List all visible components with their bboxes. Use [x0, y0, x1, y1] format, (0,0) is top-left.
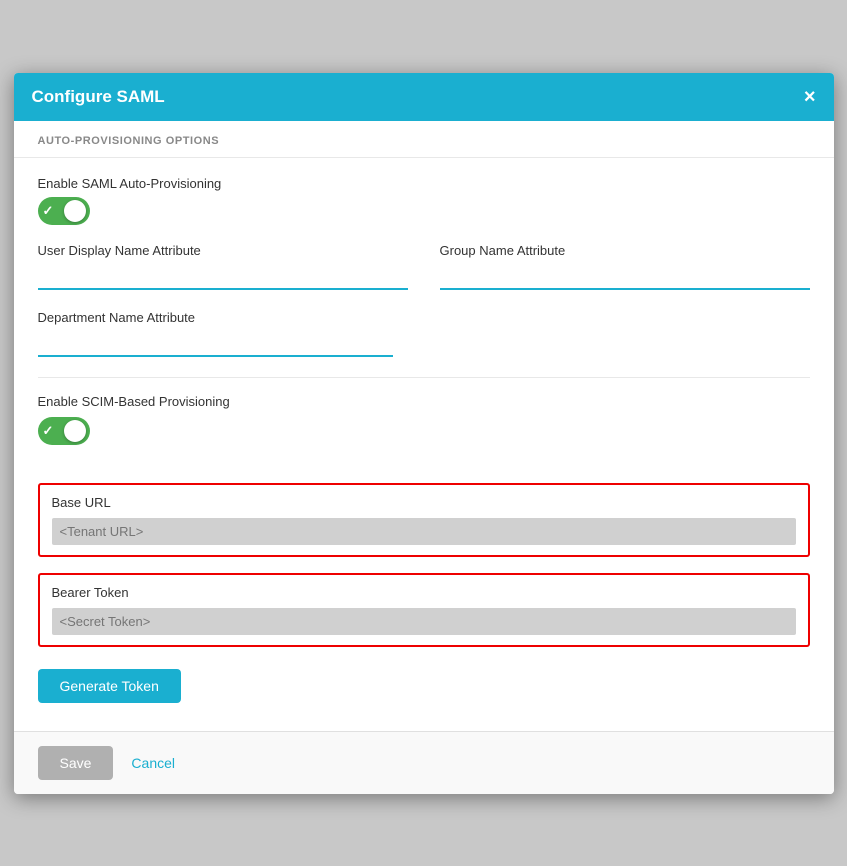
- enable-scim-label: Enable SCIM-Based Provisioning: [38, 394, 810, 409]
- modal-header: Configure SAML ×: [14, 73, 834, 121]
- configure-saml-modal: Configure SAML × AUTO-PROVISIONING OPTIO…: [14, 73, 834, 794]
- scim-toggle-thumb: [64, 420, 86, 442]
- generate-token-button[interactable]: Generate Token: [38, 669, 181, 703]
- group-name-label: Group Name Attribute: [440, 243, 810, 258]
- user-display-name-col: User Display Name Attribute: [38, 243, 408, 290]
- user-display-name-input[interactable]: [38, 264, 408, 290]
- cancel-button[interactable]: Cancel: [131, 755, 175, 771]
- bearer-token-box: Bearer Token: [38, 573, 810, 647]
- toggle-thumb: [64, 200, 86, 222]
- enable-scim-row: Enable SCIM-Based Provisioning: [38, 394, 810, 409]
- section-divider: [38, 377, 810, 378]
- enable-scim-toggle[interactable]: ✓: [38, 417, 90, 445]
- bearer-token-label: Bearer Token: [52, 585, 796, 600]
- base-url-label: Base URL: [52, 495, 796, 510]
- modal-overlay: Configure SAML × AUTO-PROVISIONING OPTIO…: [0, 0, 847, 866]
- enable-scim-toggle-wrapper: ✓: [38, 417, 810, 445]
- save-button[interactable]: Save: [38, 746, 114, 780]
- scim-toggle-track: ✓: [38, 417, 90, 445]
- modal-footer: Save Cancel: [14, 731, 834, 794]
- user-group-row: User Display Name Attribute Group Name A…: [38, 243, 810, 290]
- auto-provisioning-section: Enable SAML Auto-Provisioning ✓ User Dis…: [14, 158, 834, 473]
- base-url-input[interactable]: [52, 518, 796, 545]
- scim-toggle-check-icon: ✓: [43, 423, 54, 439]
- enable-saml-label: Enable SAML Auto-Provisioning: [38, 176, 810, 191]
- bearer-token-input[interactable]: [52, 608, 796, 635]
- scim-section: Base URL Bearer Token Generate Token: [14, 473, 834, 731]
- enable-saml-toggle-wrapper: ✓: [38, 197, 810, 225]
- department-name-input[interactable]: [38, 331, 393, 357]
- group-name-input[interactable]: [440, 264, 810, 290]
- close-button[interactable]: ×: [804, 87, 816, 107]
- enable-saml-toggle[interactable]: ✓: [38, 197, 90, 225]
- toggle-check-icon: ✓: [43, 203, 54, 219]
- section-label: AUTO-PROVISIONING OPTIONS: [14, 121, 834, 158]
- modal-body: AUTO-PROVISIONING OPTIONS Enable SAML Au…: [14, 121, 834, 731]
- group-name-col: Group Name Attribute: [440, 243, 810, 290]
- user-display-name-label: User Display Name Attribute: [38, 243, 408, 258]
- department-name-section: Department Name Attribute: [38, 310, 810, 357]
- toggle-track: ✓: [38, 197, 90, 225]
- base-url-box: Base URL: [38, 483, 810, 557]
- department-name-label: Department Name Attribute: [38, 310, 810, 325]
- modal-title: Configure SAML: [32, 87, 165, 107]
